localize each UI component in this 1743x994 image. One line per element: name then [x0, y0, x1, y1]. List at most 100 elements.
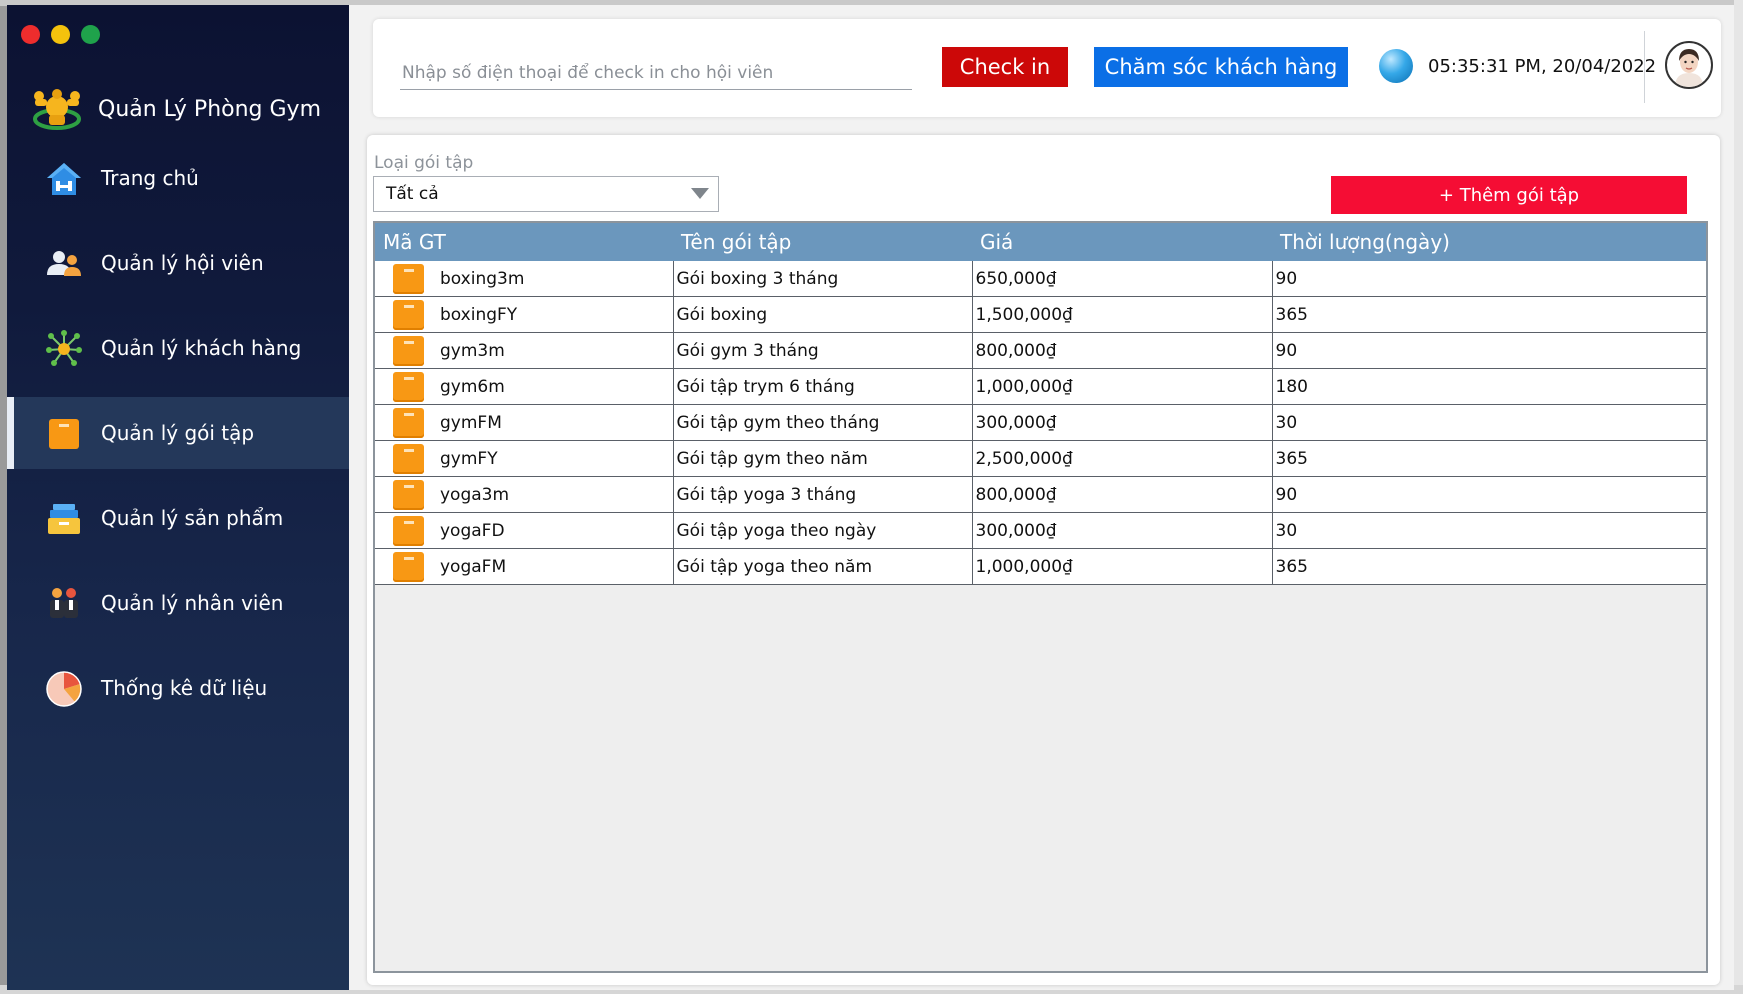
- cell-code: yogaFD: [375, 512, 674, 549]
- globe-icon: [1379, 49, 1413, 83]
- cell-code: gym6m: [375, 368, 674, 405]
- cell-code: gym3m: [375, 332, 674, 369]
- column-header-code[interactable]: Mã GT: [375, 223, 673, 261]
- cell-price: 650,000₫: [972, 261, 1273, 297]
- user-avatar[interactable]: [1665, 41, 1713, 89]
- cell-name: Gói tập gym theo tháng: [673, 404, 973, 441]
- sidebar-item-members[interactable]: Quản lý hội viên: [7, 227, 349, 299]
- cell-price: 300,000₫: [972, 512, 1273, 549]
- sidebar-item-statistics[interactable]: Thống kê dữ liệu: [7, 652, 349, 724]
- datetime-display: 05:35:31 PM, 20/04/2022: [1428, 56, 1657, 77]
- cell-duration: 90: [1272, 332, 1706, 369]
- cell-duration: 90: [1272, 476, 1706, 513]
- sidebar-item-home[interactable]: Trang chủ: [7, 142, 349, 214]
- package-icon: [393, 299, 424, 330]
- cell-duration: 90: [1272, 261, 1706, 297]
- cell-code: yogaFM: [375, 548, 674, 585]
- sidebar-item-label: Quản lý khách hàng: [101, 336, 302, 360]
- sidebar-item-staff[interactable]: Quản lý nhân viên: [7, 567, 349, 639]
- sidebar-item-label: Quản lý hội viên: [101, 251, 264, 275]
- table-row[interactable]: gymFY Gói tập gym theo năm 2,500,000₫ 36…: [375, 440, 1706, 477]
- sidebar-item-label: Quản lý sản phẩm: [101, 506, 284, 530]
- divider: [1644, 31, 1645, 103]
- column-header-duration[interactable]: Thời lượng(ngày): [1272, 223, 1706, 261]
- sidebar-item-packages[interactable]: Quản lý gói tập: [7, 397, 349, 469]
- add-package-button[interactable]: + Thêm gói tập: [1331, 176, 1687, 214]
- sidebar-item-label: Quản lý nhân viên: [101, 591, 284, 615]
- cell-code: gymFY: [375, 440, 674, 477]
- phone-checkin-input[interactable]: [400, 57, 912, 90]
- cell-duration: 30: [1272, 404, 1706, 441]
- package-type-dropdown[interactable]: Tất cả: [373, 176, 719, 212]
- table-row[interactable]: gym6m Gói tập trym 6 tháng 1,000,000₫ 18…: [375, 368, 1706, 405]
- table-header-row: Mã GT Tên gói tập Giá Thời lượng(ngày): [375, 223, 1706, 261]
- cell-price: 1,000,000₫: [972, 368, 1273, 405]
- cell-name: Gói gym 3 tháng: [673, 332, 973, 369]
- cell-code-text: yogaFM: [440, 556, 507, 577]
- table-row[interactable]: gym3m Gói gym 3 tháng 800,000₫ 90: [375, 332, 1706, 369]
- cell-duration: 365: [1272, 296, 1706, 333]
- close-window-button[interactable]: [21, 25, 40, 44]
- cell-name: Gói tập yoga theo ngày: [673, 512, 973, 549]
- table-row[interactable]: gymFM Gói tập gym theo tháng 300,000₫ 30: [375, 404, 1706, 441]
- table-row[interactable]: yogaFM Gói tập yoga theo năm 1,000,000₫ …: [375, 548, 1706, 585]
- package-icon: [393, 407, 424, 438]
- home-icon: [47, 163, 81, 195]
- cell-duration: 365: [1272, 440, 1706, 477]
- customer-care-button[interactable]: Chăm sóc khách hàng: [1094, 47, 1348, 87]
- cell-code-text: boxingFY: [440, 304, 518, 325]
- package-icon: [393, 479, 424, 510]
- package-icon: [393, 263, 424, 294]
- packages-panel: Loại gói tập Tất cả + Thêm gói tập Mã GT…: [367, 135, 1720, 985]
- cell-code-text: yoga3m: [440, 484, 510, 505]
- column-header-price[interactable]: Giá: [972, 223, 1272, 261]
- sidebar: Quản Lý Phòng Gym Trang chủ Quản lý hội …: [7, 5, 349, 990]
- cell-code-text: yogaFD: [440, 520, 505, 541]
- column-header-name[interactable]: Tên gói tập: [673, 223, 972, 261]
- cell-name: Gói tập yoga theo năm: [673, 548, 973, 585]
- background-window-right: [1734, 0, 1743, 994]
- cell-price: 800,000₫: [972, 476, 1273, 513]
- cell-code-text: gymFY: [440, 448, 498, 469]
- staff-icon: [50, 588, 78, 618]
- cell-duration: 30: [1272, 512, 1706, 549]
- sidebar-item-customers[interactable]: Quản lý khách hàng: [7, 312, 349, 384]
- pie-chart-icon: [46, 671, 82, 707]
- package-icon: [393, 551, 424, 582]
- sidebar-item-label: Quản lý gói tập: [101, 421, 255, 445]
- cell-name: Gói tập yoga 3 tháng: [673, 476, 973, 513]
- avatar-icon: [1675, 49, 1703, 87]
- maximize-window-button[interactable]: [81, 25, 100, 44]
- package-icon: [393, 371, 424, 402]
- package-icon: [49, 419, 79, 449]
- cell-code: gymFM: [375, 404, 674, 441]
- gym-logo-icon: [33, 89, 81, 130]
- packages-table: Mã GT Tên gói tập Giá Thời lượng(ngày) b…: [373, 221, 1708, 973]
- package-type-label: Loại gói tập: [374, 153, 474, 173]
- cell-price: 800,000₫: [972, 332, 1273, 369]
- cell-code-text: gym3m: [440, 340, 505, 361]
- sidebar-item-label: Thống kê dữ liệu: [101, 676, 268, 700]
- customers-network-icon: [46, 330, 82, 366]
- sidebar-item-products[interactable]: Quản lý sản phẩm: [7, 482, 349, 554]
- members-icon: [47, 251, 81, 276]
- cell-name: Gói tập trym 6 tháng: [673, 368, 973, 405]
- package-icon: [393, 443, 424, 474]
- table-row[interactable]: boxingFY Gói boxing 1,500,000₫ 365: [375, 296, 1706, 333]
- check-in-button[interactable]: Check in: [942, 47, 1068, 87]
- cell-price: 300,000₫: [972, 404, 1273, 441]
- cell-name: Gói boxing: [673, 296, 973, 333]
- minimize-window-button[interactable]: [51, 25, 70, 44]
- app-window: Quản Lý Phòng Gym Trang chủ Quản lý hội …: [7, 5, 1734, 990]
- table-row[interactable]: yogaFD Gói tập yoga theo ngày 300,000₫ 3…: [375, 512, 1706, 549]
- cell-duration: 180: [1272, 368, 1706, 405]
- table-row[interactable]: yoga3m Gói tập yoga 3 tháng 800,000₫ 90: [375, 476, 1706, 513]
- top-bar: Check in Chăm sóc khách hàng 05:35:31 PM…: [373, 19, 1721, 117]
- package-icon: [393, 335, 424, 366]
- cell-code: boxing3m: [375, 261, 674, 297]
- chevron-down-icon: [691, 188, 709, 199]
- cell-price: 2,500,000₫: [972, 440, 1273, 477]
- sidebar-item-label: Trang chủ: [101, 166, 199, 190]
- package-type-selected: Tất cả: [386, 184, 439, 204]
- table-row[interactable]: boxing3m Gói boxing 3 tháng 650,000₫ 90: [375, 261, 1706, 297]
